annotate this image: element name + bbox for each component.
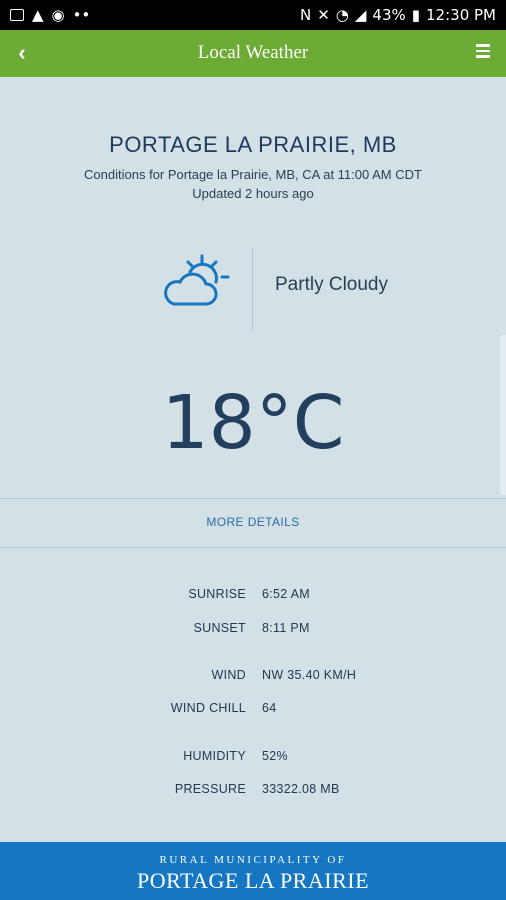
detail-value: 64 — [262, 701, 277, 715]
partly-cloudy-icon — [164, 254, 230, 306]
detail-label: HUMIDITY — [183, 749, 246, 763]
page-title: Local Weather — [197, 42, 309, 63]
divider — [252, 248, 253, 330]
mute-icon: ✕ — [317, 6, 330, 24]
status-right-icons: N ✕ ◔ ◢ 43% ▮ 12:30 PM — [300, 6, 496, 24]
status-bar: ▲ ◉ •• N ✕ ◔ ◢ 43% ▮ 12:30 PM — [0, 0, 506, 30]
location-title: PORTAGE LA PRAIRIE, MB — [109, 132, 397, 157]
detail-label: SUNRISE — [188, 587, 246, 601]
wifi-icon: ◔ — [335, 6, 349, 24]
detail-value: 52% — [262, 749, 288, 763]
signal-icon: ◢ — [354, 6, 367, 24]
detail-value: 8:11 PM — [262, 621, 310, 635]
temperature: 18°C — [161, 380, 345, 466]
footer-title: PORTAGE LA PRAIRIE — [136, 868, 370, 893]
app-bar: ‹ Local Weather — [0, 30, 506, 77]
detail-label: SUNSET — [193, 621, 246, 635]
updated-text: Updated 2 hours ago — [192, 186, 314, 201]
detail-value: 6:52 AM — [262, 587, 310, 601]
more-icon: •• — [72, 6, 91, 24]
status-left-icons: ▲ ◉ •• — [10, 6, 90, 24]
more-details-band: MORE DETAILS — [0, 498, 506, 548]
footer-logo: RURAL MUNICIPALITY OF PORTAGE LA PRAIRIE — [0, 842, 506, 900]
drive-icon: ▲ — [32, 6, 44, 24]
image-icon — [10, 9, 24, 21]
menu-button[interactable] — [476, 44, 490, 58]
clock: 12:30 PM — [426, 6, 496, 24]
detail-value: NW 35.40 KM/H — [262, 668, 357, 682]
detail-value: 33322.08 MB — [262, 782, 340, 796]
footer-subtitle: RURAL MUNICIPALITY OF — [159, 854, 347, 866]
nfc-icon: N — [299, 6, 312, 24]
condition-text: Partly Cloudy — [275, 274, 388, 295]
detail-label: WIND CHILL — [170, 701, 246, 715]
battery-text: 43% — [372, 6, 406, 24]
detail-label: PRESSURE — [174, 782, 246, 796]
sync-icon: ◉ — [51, 6, 65, 24]
more-details-link[interactable]: MORE DETAILS — [0, 515, 506, 529]
side-panel-handle[interactable] — [500, 335, 506, 495]
battery-icon: ▮ — [411, 6, 421, 24]
conditions-text: Conditions for Portage la Prairie, MB, C… — [84, 167, 422, 182]
detail-label: WIND — [211, 668, 246, 682]
